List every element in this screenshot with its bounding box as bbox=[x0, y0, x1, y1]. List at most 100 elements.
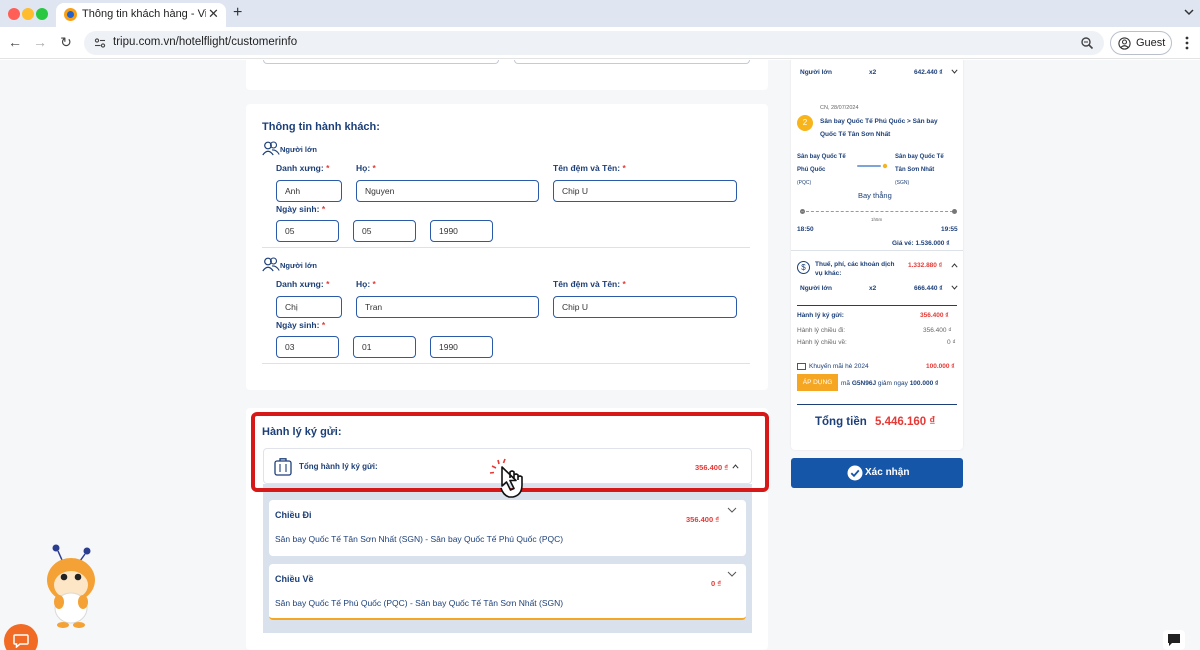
timeline-dot bbox=[952, 209, 957, 214]
tax-adult-qty: x2 bbox=[869, 285, 877, 292]
last-name-label: Họ: * bbox=[356, 279, 376, 289]
dob-year-input[interactable]: 1990 bbox=[430, 336, 493, 358]
title-input[interactable]: Anh bbox=[276, 180, 342, 202]
url-text: tripu.com.vn/hotelflight/customerinfo bbox=[113, 36, 298, 48]
baggage-out-label: Hành lý chiều đi: bbox=[797, 327, 846, 334]
first-name-input[interactable]: Chip U bbox=[553, 296, 737, 318]
outbound-adult-label: Người lớn bbox=[800, 69, 833, 76]
help-chat-icon[interactable] bbox=[1163, 630, 1185, 650]
new-tab-icon[interactable]: + bbox=[233, 4, 242, 22]
segment-price: 0 ₫ bbox=[711, 579, 722, 588]
tax-adult-price: 666.440 ₫ bbox=[914, 285, 943, 292]
first-name-input[interactable]: Chip U bbox=[553, 180, 737, 202]
site-settings-icon[interactable] bbox=[94, 37, 106, 49]
tax-adult-label: Người lớn bbox=[800, 285, 833, 292]
dob-day-input[interactable]: 05 bbox=[276, 220, 339, 242]
adult-passenger-icon bbox=[262, 141, 280, 156]
from-airport-line1: Sân bay Quốc Tế bbox=[797, 154, 846, 160]
segment-route: Sân bay Quốc Tế Tân Sơn Nhất (SGN) - Sân… bbox=[275, 534, 564, 544]
chevron-down-icon[interactable] bbox=[951, 285, 958, 290]
tab-close-icon[interactable]: ✕ bbox=[208, 6, 219, 22]
coupon-icon bbox=[797, 363, 806, 370]
dob-year-input[interactable]: 1990 bbox=[430, 220, 493, 242]
airline-logo-icon bbox=[857, 163, 888, 169]
baggage-summary-value: 356.400 ₫ bbox=[920, 312, 949, 319]
flight-type: Bay thẳng bbox=[858, 191, 892, 200]
pointer-cursor-icon bbox=[489, 458, 523, 498]
arrive-time: 19:55 bbox=[941, 226, 958, 233]
summary-divider bbox=[791, 250, 963, 251]
title-input[interactable]: Chị bbox=[276, 296, 342, 318]
return-baggage-card[interactable]: Chiều Về 0 ₫ Sân bay Quốc Tế Phú Quốc (P… bbox=[269, 564, 746, 620]
address-bar[interactable]: tripu.com.vn/hotelflight/customerinfo bbox=[84, 31, 1104, 55]
mascot-character-icon[interactable] bbox=[40, 544, 104, 630]
from-airport-code: (PQC) bbox=[797, 180, 812, 186]
baggage-summary-label: Hành lý ký gửi: bbox=[797, 312, 844, 319]
chat-support-button[interactable] bbox=[4, 624, 38, 650]
from-airport-line2: Phú Quốc bbox=[797, 167, 826, 173]
tax-value: 1.332.880 ₫ bbox=[908, 262, 943, 269]
passenger-divider bbox=[262, 247, 750, 248]
passenger-type-label: Người lớn bbox=[280, 145, 317, 154]
tax-label-line1: Thuế, phí, các khoản dịch bbox=[815, 261, 895, 268]
window-close-button[interactable] bbox=[8, 8, 20, 20]
title-label: Danh xưng: * bbox=[276, 279, 330, 289]
last-name-input[interactable]: Tran bbox=[356, 296, 539, 318]
dob-label: Ngày sinh: * bbox=[276, 320, 326, 330]
chevron-down-icon[interactable] bbox=[727, 570, 737, 578]
dob-day-input[interactable]: 03 bbox=[276, 336, 339, 358]
tax-label-line2: vụ khác: bbox=[815, 270, 842, 277]
to-airport-line1: Sân bay Quốc Tế bbox=[895, 154, 944, 160]
passenger-divider bbox=[262, 363, 750, 364]
browser-toolbar: ← → ↻ tripu.com.vn/hotelflight/customeri… bbox=[0, 27, 1200, 59]
flight-duration: 1h5m bbox=[871, 217, 883, 222]
fare-text: Giá vé: 1.536.000 ₫ bbox=[892, 240, 950, 247]
first-name-label: Tên đệm và Tên: * bbox=[553, 279, 626, 289]
adult-passenger-icon bbox=[262, 257, 280, 272]
first-name-label: Tên đệm và Tên: * bbox=[553, 163, 626, 173]
window-maximize-button[interactable] bbox=[36, 8, 48, 20]
apply-promo-button[interactable]: ÁP DỤNG bbox=[797, 374, 838, 391]
baggage-out-value: 356.400 ₫ bbox=[923, 327, 952, 334]
promo-label: Khuyến mãi hè 2024 bbox=[809, 363, 869, 370]
depart-time: 18:50 bbox=[797, 226, 814, 233]
forward-arrow-icon[interactable]: → bbox=[32, 34, 48, 50]
back-arrow-icon[interactable]: ← bbox=[7, 34, 23, 50]
chevron-up-icon[interactable] bbox=[951, 263, 958, 268]
main-column: Thông tin hành khách: Người lớn Danh xưn… bbox=[246, 60, 768, 650]
outbound-baggage-card[interactable]: Chiều Đi 356.400 ₫ Sân bay Quốc Tế Tân S… bbox=[269, 500, 746, 556]
step-number-badge: 2 bbox=[797, 115, 813, 131]
segment-title: Chiều Đi bbox=[275, 510, 312, 520]
profile-icon bbox=[1118, 37, 1131, 50]
confirm-button[interactable]: Xác nhận bbox=[791, 458, 963, 488]
passenger-section-title: Thông tin hành khách: bbox=[262, 121, 380, 133]
browser-tab-active[interactable]: Thông tin khách hàng - Vietra ✕ bbox=[56, 3, 226, 27]
summary-divider bbox=[797, 305, 957, 306]
outbound-adult-price: 642.440 ₫ bbox=[914, 69, 943, 76]
chevron-down-icon[interactable] bbox=[951, 69, 958, 74]
check-circle-icon bbox=[847, 465, 863, 481]
contact-input-stub[interactable] bbox=[514, 60, 750, 64]
more-menu-icon[interactable] bbox=[1180, 35, 1194, 51]
contact-card-stub bbox=[246, 60, 768, 90]
to-airport-line2: Tân Sơn Nhất bbox=[895, 167, 935, 173]
dob-month-input[interactable]: 01 bbox=[353, 336, 416, 358]
segment-title: Chiều Về bbox=[275, 574, 314, 584]
last-name-input[interactable]: Nguyen bbox=[356, 180, 539, 202]
page-content: Thông tin hành khách: Người lớn Danh xưn… bbox=[0, 60, 1200, 650]
tab-search-chevron-icon[interactable] bbox=[1183, 6, 1195, 18]
zoom-icon[interactable] bbox=[1080, 36, 1094, 50]
confirm-label: Xác nhận bbox=[865, 467, 910, 478]
site-favicon-icon bbox=[64, 8, 77, 21]
dollar-icon: $ bbox=[797, 261, 810, 274]
booking-summary-card: Người lớn x2 642.440 ₫ CN, 28/07/2024 2 … bbox=[791, 60, 963, 450]
baggage-return-value: 0 ₫ bbox=[947, 339, 956, 346]
guest-profile-button[interactable]: Guest bbox=[1110, 31, 1172, 55]
reload-icon[interactable]: ↻ bbox=[58, 34, 74, 50]
dob-month-input[interactable]: 05 bbox=[353, 220, 416, 242]
window-minimize-button[interactable] bbox=[22, 8, 34, 20]
chevron-down-icon[interactable] bbox=[727, 506, 737, 514]
passenger-info-card: Thông tin hành khách: Người lớn Danh xưn… bbox=[246, 104, 768, 390]
contact-input-stub[interactable] bbox=[263, 60, 499, 64]
promo-code-text: mã G5N96J giảm ngay 100.000 ₫ bbox=[841, 380, 939, 387]
